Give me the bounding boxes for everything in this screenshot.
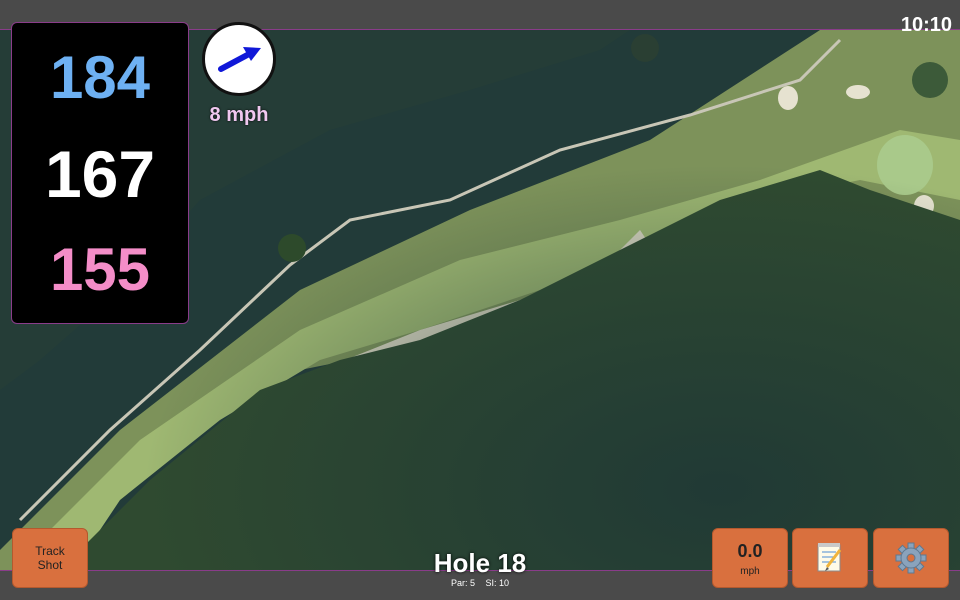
settings-button[interactable] bbox=[873, 528, 949, 588]
hole-details: Par: 5 SI: 10 bbox=[400, 577, 560, 589]
wind-speed-label: 8 mph bbox=[209, 104, 269, 126]
front-distance: 155 bbox=[49, 236, 151, 303]
speed-button[interactable]: 0.0 mph bbox=[712, 528, 788, 588]
track-shot-button[interactable]: Track Shot bbox=[12, 528, 88, 588]
distance-panel: 184 167 155 bbox=[11, 22, 189, 324]
center-distance: 167 bbox=[44, 137, 156, 211]
speed-unit: mph bbox=[740, 565, 760, 577]
notepad-icon bbox=[817, 543, 842, 572]
wind-direction-dial bbox=[202, 22, 276, 96]
wind-arrow-icon bbox=[218, 47, 261, 72]
clock: 10:10 bbox=[900, 14, 952, 36]
hole-title: Hole 18 bbox=[433, 548, 527, 578]
notes-button[interactable] bbox=[792, 528, 868, 588]
back-distance: 184 bbox=[49, 44, 151, 111]
track-shot-label-line2: Shot bbox=[37, 558, 63, 572]
stroke-index-label: SI: 10 bbox=[485, 578, 510, 588]
track-shot-label-line1: Track bbox=[35, 544, 65, 558]
hole-info: Hole 18 Par: 5 SI: 10 bbox=[400, 549, 560, 589]
gear-icon bbox=[895, 542, 927, 574]
speed-value: 0.0 bbox=[737, 540, 763, 561]
par-label: Par: 5 bbox=[450, 578, 475, 588]
